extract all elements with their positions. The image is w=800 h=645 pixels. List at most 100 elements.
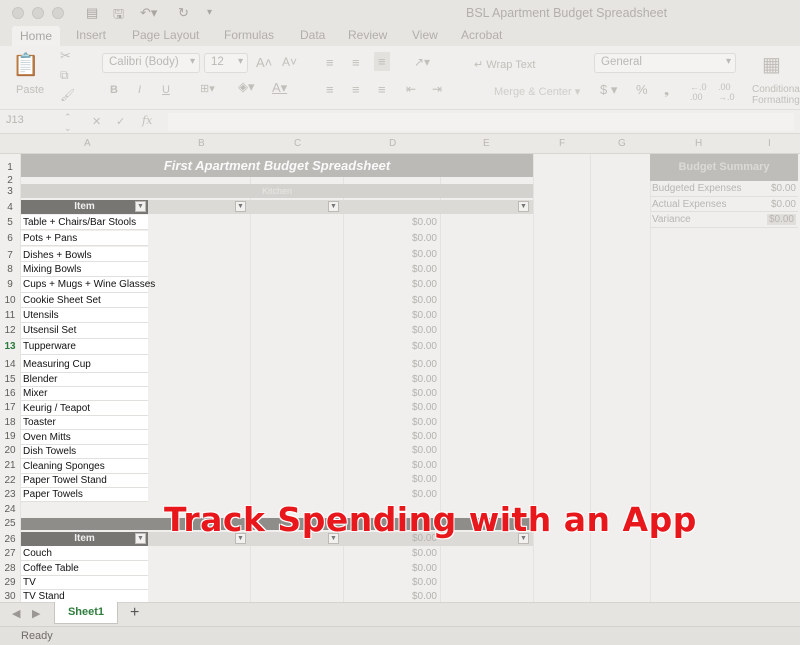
confirm-entry-icon[interactable]: ✓: [116, 115, 125, 128]
item-cell[interactable]: Keurig / Teapot: [21, 401, 148, 416]
column-header-g[interactable]: G: [618, 138, 626, 149]
currency-icon[interactable]: $ ▾: [600, 82, 617, 98]
add-sheet-button[interactable]: +: [130, 604, 139, 622]
item-cell[interactable]: Coffee Table: [21, 561, 148, 576]
amount-cell[interactable]: $0.00: [395, 325, 437, 336]
amount-cell[interactable]: $0.00: [395, 489, 437, 500]
wrap-text-button[interactable]: ↵ Wrap Text: [474, 58, 535, 71]
row-number[interactable]: 19: [0, 431, 20, 442]
row-number[interactable]: 9: [0, 279, 20, 290]
item-cell[interactable]: Toaster: [21, 416, 148, 430]
align-left-icon[interactable]: ≡: [326, 82, 334, 97]
row-number[interactable]: 6: [0, 233, 20, 244]
item-cell[interactable]: Tupperware: [21, 339, 148, 355]
customize-toolbar-icon[interactable]: ▾: [207, 7, 212, 18]
item-cell[interactable]: Utensils: [21, 308, 148, 323]
item-cell[interactable]: Table + Chairs/Bar Stools: [21, 215, 148, 230]
amount-cell[interactable]: $0.00: [395, 233, 437, 244]
tab-home[interactable]: Home: [12, 26, 61, 46]
align-middle-icon[interactable]: ≡: [352, 55, 360, 70]
close-window-button[interactable]: [12, 7, 24, 19]
tab-sheet1[interactable]: Sheet1: [54, 602, 118, 624]
row-number[interactable]: 7: [0, 250, 20, 261]
column-header-d[interactable]: D: [389, 138, 396, 149]
conditional-formatting-icon[interactable]: ▦: [762, 52, 781, 77]
row-number[interactable]: 3: [0, 186, 20, 197]
name-box[interactable]: J13: [6, 114, 72, 130]
increase-indent-icon[interactable]: ⇥: [432, 82, 442, 96]
formula-input[interactable]: [168, 113, 794, 131]
amount-cell[interactable]: $0.00: [395, 402, 437, 413]
align-right-icon[interactable]: ≡: [378, 82, 386, 97]
row-number[interactable]: 18: [0, 417, 20, 428]
row-number[interactable]: 5: [0, 217, 20, 228]
column-header-f[interactable]: F: [559, 138, 565, 149]
name-box-stepper-icon[interactable]: ⌃ ⌄: [64, 112, 72, 134]
row-number[interactable]: 17: [0, 402, 20, 413]
decrease-indent-icon[interactable]: ⇤: [406, 82, 416, 96]
decrease-font-icon[interactable]: A˅: [282, 55, 297, 69]
undo-icon[interactable]: ↶▾: [140, 5, 157, 21]
row-number[interactable]: 28: [0, 563, 20, 574]
align-bottom-icon[interactable]: ≡: [374, 52, 390, 71]
tab-data[interactable]: Data: [300, 28, 325, 42]
minimize-window-button[interactable]: [32, 7, 44, 19]
item-cell[interactable]: Blender: [21, 373, 148, 387]
merge-center-button[interactable]: Merge & Center ▾: [494, 85, 580, 98]
amount-cell[interactable]: $0.00: [395, 431, 437, 442]
row-number[interactable]: 11: [0, 310, 20, 321]
item-cell[interactable]: Dishes + Bowls: [21, 247, 148, 262]
column-header-a[interactable]: A: [84, 138, 91, 149]
row-number[interactable]: 12: [0, 325, 20, 336]
item-cell[interactable]: Measuring Cup: [21, 355, 148, 373]
zoom-window-button[interactable]: [52, 7, 64, 19]
summary-row-variance[interactable]: Variance $0.00: [650, 212, 798, 228]
tab-review[interactable]: Review: [348, 28, 387, 42]
item-cell[interactable]: Pots + Pans: [21, 231, 148, 246]
amount-cell[interactable]: $0.00: [395, 474, 437, 485]
row-number[interactable]: 10: [0, 295, 20, 306]
item-cell[interactable]: Couch: [21, 546, 148, 561]
amount-cell[interactable]: $0.00: [395, 217, 437, 228]
amount-cell[interactable]: $0.00: [395, 388, 437, 399]
budget-summary-title[interactable]: Budget Summary: [650, 154, 798, 181]
row-number[interactable]: 27: [0, 548, 20, 559]
font-size-dropdown[interactable]: 12 ▾: [204, 53, 248, 73]
tab-acrobat[interactable]: Acrobat: [461, 28, 502, 42]
amount-cell[interactable]: $0.00: [395, 374, 437, 385]
kitchen-section-header[interactable]: Kitchen: [21, 184, 533, 198]
summary-row-actual[interactable]: Actual Expenses $0.00: [650, 197, 798, 212]
filter-dropdown-icon[interactable]: ▼: [135, 533, 146, 544]
percent-icon[interactable]: %: [636, 82, 648, 97]
save-icon[interactable]: 🖫: [113, 5, 124, 27]
row-number[interactable]: 21: [0, 460, 20, 471]
row-number[interactable]: 14: [0, 359, 20, 370]
conditional-formatting-label[interactable]: Conditional Formatting: [752, 84, 800, 106]
underline-icon[interactable]: U: [162, 84, 170, 96]
amount-cell[interactable]: $0.00: [395, 264, 437, 275]
comma-icon[interactable]: ❟: [664, 82, 669, 98]
bold-icon[interactable]: B: [110, 84, 118, 96]
item-column-header[interactable]: Item: [21, 200, 148, 214]
amount-cell[interactable]: $0.00: [395, 577, 437, 588]
column-header-i[interactable]: I: [768, 138, 771, 149]
function-icon[interactable]: fx: [142, 114, 152, 127]
amount-cell[interactable]: $0.00: [395, 310, 437, 321]
item-cell[interactable]: Oven Mitts: [21, 430, 148, 445]
amount-cell[interactable]: $0.00: [395, 460, 437, 471]
previous-sheet-icon[interactable]: ◀: [12, 607, 20, 620]
align-top-icon[interactable]: ≡: [326, 55, 334, 70]
italic-icon[interactable]: I: [138, 84, 141, 96]
sidebar-toggle-icon[interactable]: ▤: [86, 5, 98, 21]
row-number[interactable]: 22: [0, 475, 20, 486]
amount-cell[interactable]: $0.00: [395, 295, 437, 306]
increase-font-icon[interactable]: A˄: [256, 55, 272, 70]
align-center-icon[interactable]: ≡: [352, 82, 360, 97]
column-header-c[interactable]: C: [294, 138, 301, 149]
row-number[interactable]: 8: [0, 264, 20, 275]
item-cell[interactable]: Cups + Mugs + Wine Glasses: [21, 277, 155, 293]
tab-formulas[interactable]: Formulas: [224, 28, 274, 42]
row-number[interactable]: 20: [0, 445, 20, 456]
cut-icon[interactable]: ✂: [60, 48, 71, 64]
amount-cell[interactable]: $0.00: [395, 591, 437, 602]
